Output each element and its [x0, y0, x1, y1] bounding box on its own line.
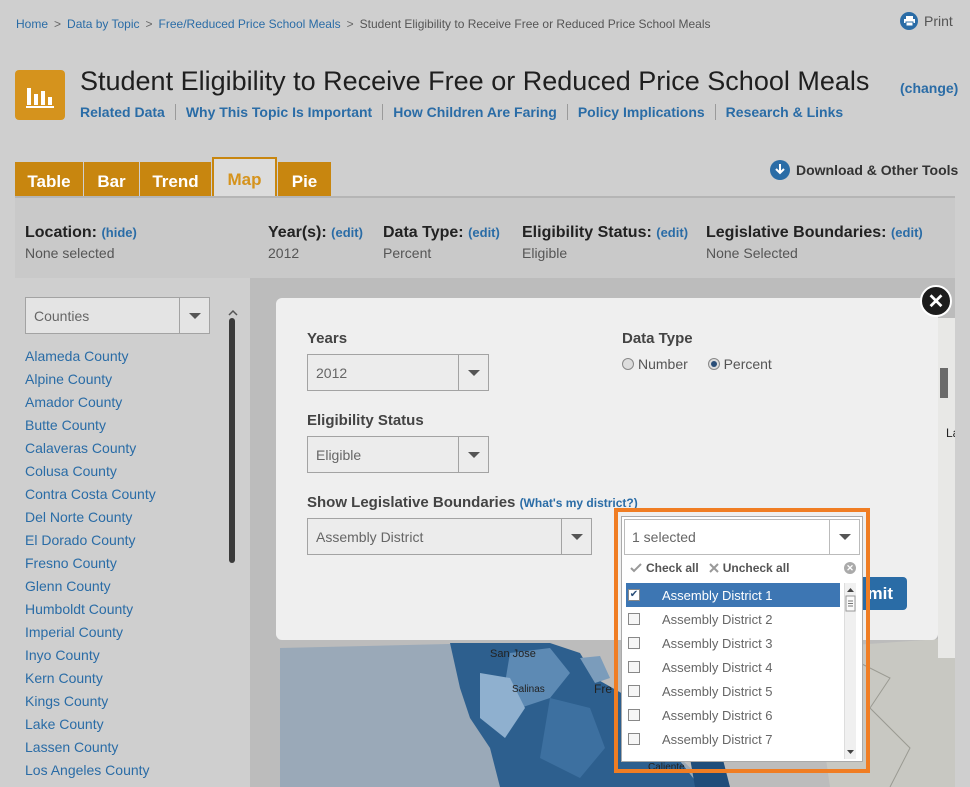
highlight-box	[614, 508, 870, 773]
list-item[interactable]: Amador County	[25, 394, 156, 417]
list-item[interactable]: Alpine County	[25, 371, 156, 394]
filter-years-label: Year(s):	[268, 224, 327, 241]
subnav-policy[interactable]: Policy Implications	[566, 104, 715, 120]
subnav-how-faring[interactable]: How Children Are Faring	[382, 104, 567, 120]
filter-legislative: Legislative Boundaries: (edit) None Sele…	[706, 224, 923, 261]
list-item[interactable]: Del Norte County	[25, 509, 156, 532]
print-button[interactable]: Print	[900, 12, 953, 30]
list-item[interactable]: Calaveras County	[25, 440, 156, 463]
filter-years-value: 2012	[268, 245, 300, 261]
printer-icon	[900, 12, 918, 30]
data-type-radio-group: Number Percent	[622, 356, 772, 372]
breadcrumb-home[interactable]: Home	[16, 17, 48, 31]
filter-data-type-label: Data Type:	[383, 224, 464, 241]
map-label: Salinas	[512, 684, 545, 695]
filter-location-label: Location:	[25, 224, 97, 241]
list-item[interactable]: Fresno County	[25, 555, 156, 578]
list-item[interactable]: Inyo County	[25, 647, 156, 670]
breadcrumb-current: Student Eligibility to Receive Free or R…	[359, 17, 711, 31]
filter-eligibility: Eligibility Status: (edit) Eligible	[522, 224, 688, 261]
breadcrumb-separator: >	[145, 17, 153, 31]
chevron-down-icon	[179, 298, 209, 333]
download-label: Download & Other Tools	[796, 162, 959, 178]
list-item[interactable]: Glenn County	[25, 578, 156, 601]
subnav-related-data[interactable]: Related Data	[80, 104, 175, 120]
boundaries-select[interactable]: Assembly District	[307, 518, 592, 555]
list-item[interactable]: Humboldt County	[25, 601, 156, 624]
filter-location: Location: (hide) None selected	[25, 224, 137, 261]
close-icon[interactable]: ✕	[920, 285, 952, 317]
location-type-value: Counties	[34, 307, 90, 324]
years-select[interactable]: 2012	[307, 354, 489, 391]
radio-percent[interactable]	[707, 358, 720, 370]
subnav-why-important[interactable]: Why This Topic Is Important	[174, 104, 382, 120]
filter-eligibility-label: Eligibility Status:	[522, 224, 652, 241]
eligibility-label: Eligibility Status	[307, 412, 424, 429]
list-item[interactable]: Lassen County	[25, 739, 156, 762]
download-tools-button[interactable]: Download & Other Tools	[770, 160, 958, 180]
eligibility-select[interactable]: Eligible	[307, 436, 489, 473]
filter-data-type-value: Percent	[383, 245, 432, 261]
change-topic-link[interactable]: (change)	[900, 80, 958, 96]
years-select-value: 2012	[316, 364, 348, 381]
data-type-label: Data Type	[622, 330, 693, 347]
chevron-down-icon	[458, 355, 488, 390]
list-item[interactable]: Alameda County	[25, 348, 156, 371]
sidebar-scrollbar[interactable]	[229, 318, 235, 563]
list-item[interactable]: Kern County	[25, 670, 156, 693]
subnav-research[interactable]: Research & Links	[714, 104, 854, 120]
breadcrumb-separator: >	[346, 17, 354, 31]
years-edit-link[interactable]: (edit)	[331, 225, 363, 240]
list-item[interactable]: Colusa County	[25, 463, 156, 486]
map-label: La	[946, 426, 955, 440]
topic-subnav: Related Data Why This Topic Is Important…	[80, 104, 853, 120]
bar-chart-icon	[15, 70, 65, 120]
radio-number[interactable]	[622, 358, 634, 370]
page-title: Student Eligibility to Receive Free or R…	[80, 66, 870, 96]
radio-number-label: Number	[638, 356, 688, 372]
filter-eligibility-value: Eligible	[522, 245, 568, 261]
data-type-edit-link[interactable]: (edit)	[468, 225, 500, 240]
location-hide-link[interactable]: (hide)	[101, 225, 136, 240]
radio-percent-label: Percent	[723, 356, 772, 372]
map-label: San Jose	[490, 648, 536, 660]
list-item[interactable]: El Dorado County	[25, 532, 156, 555]
location-type-select[interactable]: Counties	[25, 297, 210, 334]
boundaries-label-text: Show Legislative Boundaries	[307, 494, 516, 511]
boundaries-label: Show Legislative Boundaries (What's my d…	[307, 494, 638, 511]
filter-location-value: None selected	[25, 245, 115, 261]
filter-legislative-value: None Selected	[706, 245, 798, 261]
location-sidebar: Counties Alameda County Alpine County Am…	[15, 278, 250, 787]
boundaries-select-value: Assembly District	[316, 528, 424, 545]
breadcrumb-separator: >	[54, 17, 62, 31]
chevron-down-icon	[561, 519, 591, 554]
print-label: Print	[924, 13, 953, 29]
list-item[interactable]: Contra Costa County	[25, 486, 156, 509]
filter-years: Year(s): (edit) 2012	[268, 224, 363, 261]
filter-data-type: Data Type: (edit) Percent	[383, 224, 500, 261]
breadcrumb: Home > Data by Topic > Free/Reduced Price Sc…	[16, 17, 711, 31]
filter-legislative-label: Legislative Boundaries:	[706, 224, 887, 241]
list-item[interactable]: Kings County	[25, 693, 156, 716]
map-label: Fre	[594, 682, 612, 696]
list-item[interactable]: Los Angeles County	[25, 762, 156, 785]
filter-summary-bar: Location: (hide) None selected Year(s): …	[15, 198, 955, 278]
list-item[interactable]: Imperial County	[25, 624, 156, 647]
eligibility-select-value: Eligible	[316, 446, 362, 463]
eligibility-edit-link[interactable]: (edit)	[656, 225, 688, 240]
county-list: Alameda County Alpine County Amador Coun…	[25, 348, 156, 785]
breadcrumb-topic[interactable]: Free/Reduced Price School Meals	[159, 17, 341, 31]
chevron-down-icon	[458, 437, 488, 472]
list-item[interactable]: Butte County	[25, 417, 156, 440]
legislative-edit-link[interactable]: (edit)	[891, 225, 923, 240]
download-arrow-icon	[770, 160, 790, 180]
view-tabs: Table Bar Trend Map Pie	[15, 157, 332, 201]
list-item[interactable]: Lake County	[25, 716, 156, 739]
breadcrumb-data-by-topic[interactable]: Data by Topic	[67, 17, 140, 31]
tab-map[interactable]: Map	[212, 157, 277, 201]
years-label: Years	[307, 330, 348, 347]
